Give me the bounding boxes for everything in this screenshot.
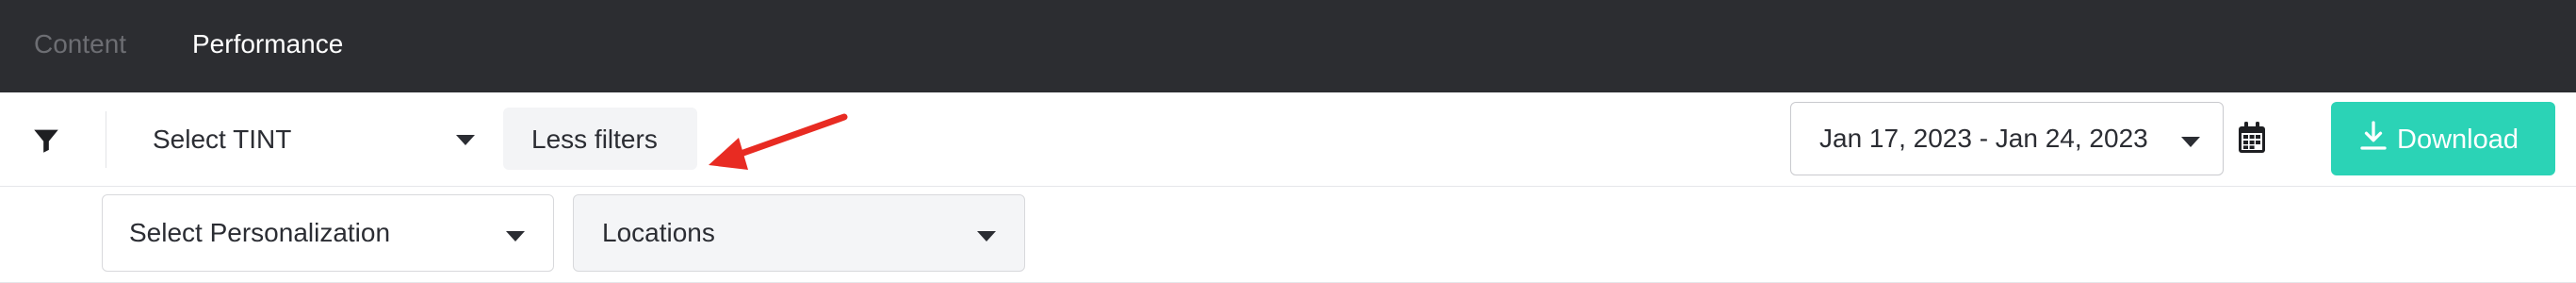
download-label: Download <box>2397 125 2519 155</box>
tab-performance[interactable]: Performance <box>192 28 343 60</box>
date-range-picker[interactable]: Jan 17, 2023 - Jan 24, 2023 <box>1790 102 2224 175</box>
less-filters-label: Less filters <box>531 125 658 154</box>
chevron-down-icon <box>456 135 475 145</box>
filter-icon[interactable] <box>30 125 62 157</box>
chevron-down-icon <box>2181 137 2200 147</box>
download-button[interactable]: Download <box>2331 102 2555 175</box>
chevron-down-icon <box>506 231 525 241</box>
select-tint-dropdown[interactable]: Select TINT <box>126 108 494 170</box>
annotation-arrow-icon <box>709 113 848 170</box>
chevron-down-icon <box>977 231 996 241</box>
locations-label: Locations <box>602 218 715 247</box>
calendar-icon[interactable] <box>2237 121 2267 155</box>
filter-bar: Select TINT Less filters Jan 17, 2023 - … <box>0 92 2576 187</box>
tab-content[interactable]: Content <box>34 28 126 60</box>
select-personalization-dropdown[interactable]: Select Personalization <box>102 194 554 272</box>
date-range-label: Jan 17, 2023 - Jan 24, 2023 <box>1819 124 2148 153</box>
select-tint-label: Select TINT <box>153 125 292 154</box>
locations-dropdown[interactable]: Locations <box>573 194 1025 272</box>
download-icon <box>2360 121 2387 150</box>
secondary-filter-bar: Select Personalization Locations <box>0 187 2576 283</box>
less-filters-button[interactable]: Less filters <box>503 108 697 170</box>
top-nav: Content Performance <box>0 0 2576 92</box>
select-personalization-label: Select Personalization <box>129 218 391 247</box>
